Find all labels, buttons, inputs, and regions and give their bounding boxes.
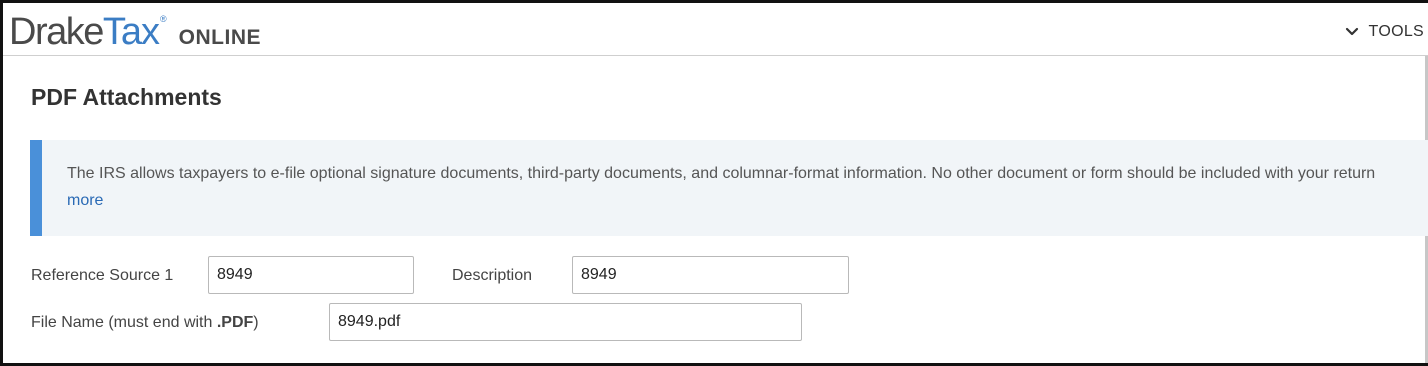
top-header: Drake Tax ® ONLINE TOOLS bbox=[3, 3, 1428, 56]
logo-registered-mark: ® bbox=[160, 14, 167, 24]
chevron-down-icon bbox=[1345, 27, 1358, 36]
logo-drake-text: Drake bbox=[9, 11, 104, 53]
logo-online-text: ONLINE bbox=[178, 26, 261, 49]
file-name-label: File Name (must end with .PDF) bbox=[31, 314, 259, 332]
info-banner: The IRS allows taxpayers to e-file optio… bbox=[30, 140, 1428, 236]
file-name-input[interactable] bbox=[329, 303, 802, 341]
reference-source-label: Reference Source 1 bbox=[31, 267, 174, 284]
more-link[interactable]: more bbox=[67, 192, 103, 210]
logo-tax-text: Tax bbox=[102, 11, 160, 53]
description-label: Description bbox=[452, 267, 533, 284]
tools-label: TOOLS bbox=[1368, 23, 1424, 40]
info-banner-text: The IRS allows taxpayers to e-file optio… bbox=[67, 165, 1376, 182]
app-frame: Drake Tax ® ONLINE TOOLS PDF Attachments… bbox=[0, 0, 1428, 366]
page-title: PDF Attachments bbox=[31, 84, 222, 110]
drake-tax-online-logo: Drake Tax ® ONLINE bbox=[9, 11, 261, 54]
tools-menu-button[interactable]: TOOLS bbox=[1345, 23, 1424, 41]
reference-source-input[interactable] bbox=[208, 256, 414, 294]
description-input[interactable] bbox=[572, 256, 849, 294]
file-name-label-extension: .PDF bbox=[216, 314, 254, 331]
file-name-label-prefix: File Name (must end with bbox=[31, 314, 217, 331]
file-name-label-suffix: ) bbox=[253, 314, 259, 331]
